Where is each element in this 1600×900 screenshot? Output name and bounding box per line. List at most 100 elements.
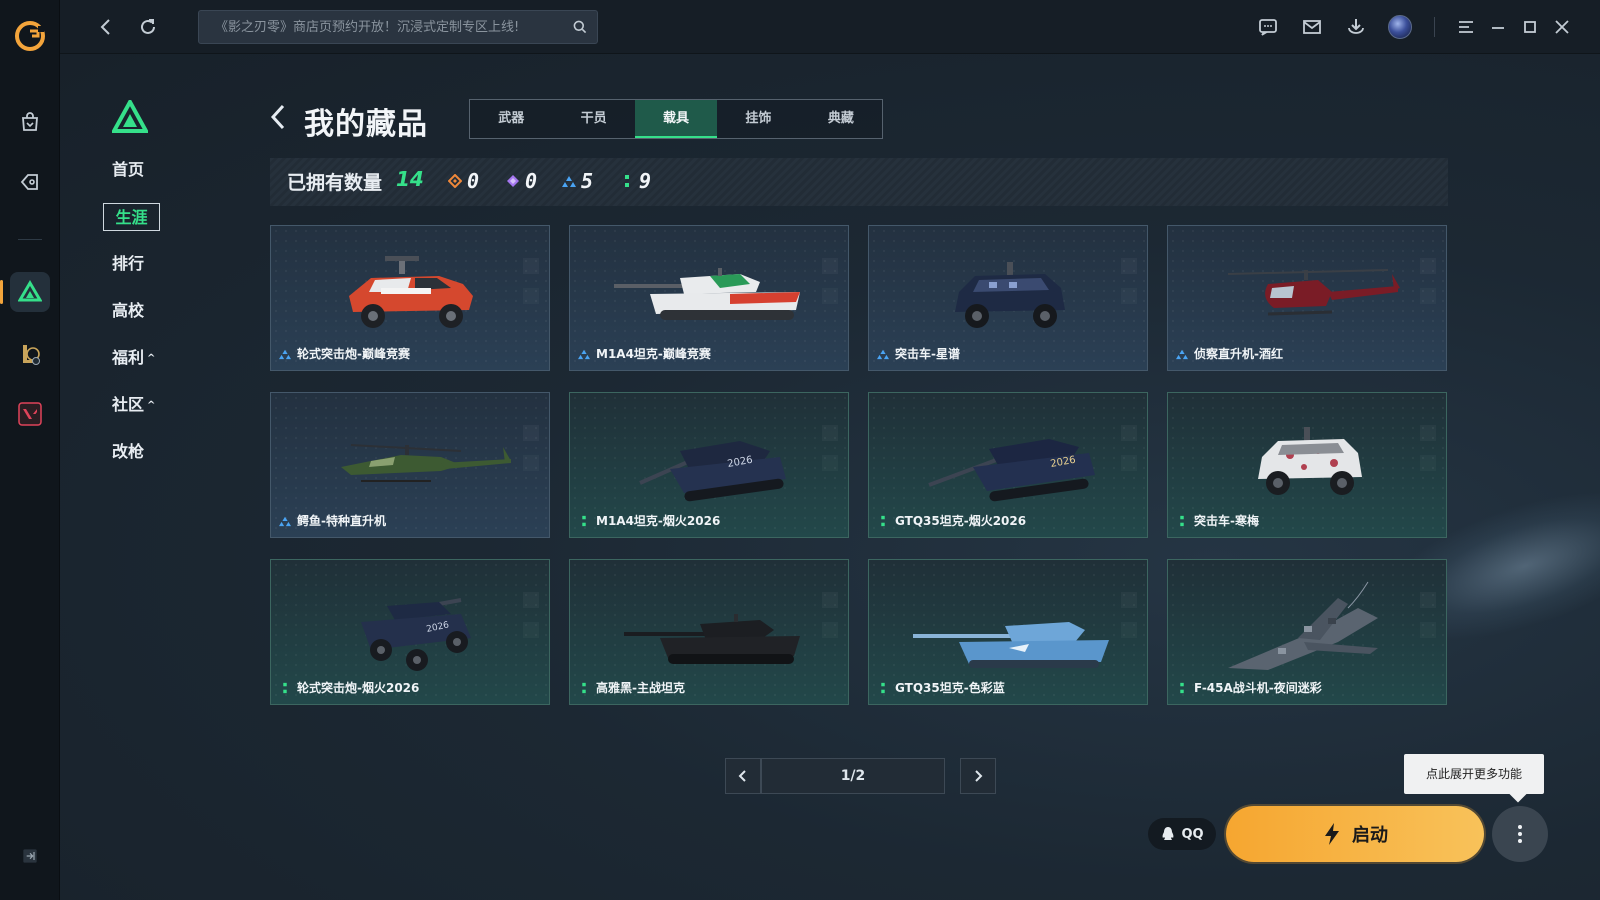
vehicle-name-text: 轮式突击炮-巅峰竞赛 bbox=[297, 347, 410, 361]
vehicle-card[interactable]: 突击车-星谱 bbox=[868, 225, 1148, 371]
delta-force-game-icon[interactable] bbox=[0, 272, 50, 312]
next-page-button[interactable] bbox=[960, 758, 996, 794]
league-game-icon[interactable] bbox=[10, 334, 50, 374]
main-content: 首页 生涯 排行 高校 福利 ^ 社区 ^ 改枪 我的藏品 武器 干员 载具 挂饰 … bbox=[60, 54, 1600, 900]
refresh-icon[interactable] bbox=[134, 13, 162, 41]
chat-icon[interactable] bbox=[1254, 13, 1282, 41]
vehicle-card[interactable]: 轮式突击炮-巅峰竞赛 bbox=[270, 225, 550, 371]
vehicle-card[interactable]: F-45A战斗机-夜间迷彩 bbox=[1167, 559, 1447, 705]
vehicle-name: 突击车-星谱 bbox=[877, 345, 960, 362]
download-icon[interactable] bbox=[1342, 13, 1370, 41]
attack-helicopter-image bbox=[341, 444, 511, 482]
qq-login-button[interactable]: QQ bbox=[1148, 818, 1216, 850]
page-indicator: 1/2 bbox=[761, 758, 945, 794]
top-bar bbox=[60, 0, 1600, 54]
vehicle-card[interactable]: 2026 M1A4坦克-烟火2026 bbox=[569, 392, 849, 538]
vehicle-card[interactable]: 2026 轮式突击炮-烟火2026 bbox=[270, 559, 550, 705]
nav-university[interactable]: 高校 bbox=[112, 297, 144, 325]
back-nav-icon[interactable] bbox=[92, 13, 120, 41]
nav-welfare[interactable]: 福利 ^ bbox=[112, 344, 155, 372]
vehicle-name: 突击车-寒梅 bbox=[1176, 512, 1259, 529]
nav-career[interactable]: 生涯 bbox=[103, 203, 160, 231]
lightning-icon bbox=[1325, 823, 1339, 845]
vehicle-name-text: 侦察直升机-酒红 bbox=[1194, 347, 1283, 361]
tab-collection[interactable]: 典藏 bbox=[800, 100, 882, 138]
green-rarity-icon bbox=[283, 682, 287, 693]
collapse-sidebar-icon[interactable] bbox=[18, 844, 42, 868]
category-tabs: 武器 干员 载具 挂饰 典藏 bbox=[469, 99, 883, 139]
m1a4-fireworks-tank-image: 2026 bbox=[639, 441, 786, 502]
vehicle-name-text: GTQ35坦克-烟火2026 bbox=[895, 514, 1027, 528]
rail-divider bbox=[18, 239, 42, 240]
nav-community[interactable]: 社区 ^ bbox=[112, 391, 155, 419]
vehicle-grid: 轮式突击炮-巅峰竞赛 M1A4坦克-巅峰竞赛 突击车-星谱 侦察直升机-酒红 鳄… bbox=[270, 225, 1450, 705]
rarity-orange: 0 bbox=[448, 169, 479, 193]
vehicle-card[interactable]: GTQ35坦克-色彩蓝 bbox=[868, 559, 1148, 705]
vehicle-card[interactable]: 高雅黑-主战坦克 bbox=[569, 559, 849, 705]
qq-penguin-icon bbox=[1163, 827, 1174, 840]
vehicle-name-text: 轮式突击炮-烟火2026 bbox=[297, 681, 420, 695]
tab-charms[interactable]: 挂饰 bbox=[717, 100, 799, 138]
nav-home[interactable]: 首页 bbox=[112, 156, 144, 184]
minimize-icon[interactable] bbox=[1484, 13, 1512, 41]
rarity-purple-count: 0 bbox=[525, 169, 538, 193]
topbar-divider bbox=[1434, 17, 1435, 37]
vehicle-name: 侦察直升机-酒红 bbox=[1176, 345, 1283, 362]
vehicle-name-text: 高雅黑-主战坦克 bbox=[596, 681, 685, 695]
vehicle-name: M1A4坦克-烟火2026 bbox=[578, 512, 720, 529]
search-input[interactable] bbox=[199, 11, 563, 43]
vehicle-name: F-45A战斗机-夜间迷彩 bbox=[1176, 679, 1322, 696]
nav-ranking[interactable]: 排行 bbox=[112, 250, 144, 278]
store-bag-icon[interactable] bbox=[10, 102, 50, 142]
search-icon[interactable] bbox=[563, 10, 597, 44]
user-avatar[interactable] bbox=[1388, 15, 1412, 39]
valorant-game-icon[interactable] bbox=[10, 394, 50, 434]
more-options-button[interactable] bbox=[1492, 806, 1548, 862]
maximize-icon[interactable] bbox=[1516, 13, 1544, 41]
assault-vehicle-image bbox=[955, 262, 1065, 328]
vehicle-card[interactable]: 突击车-寒梅 bbox=[1167, 392, 1447, 538]
nav-community-label: 社区 bbox=[112, 395, 145, 414]
green-rarity-icon bbox=[881, 682, 885, 693]
gtq35-color-blue-tank-image bbox=[913, 622, 1109, 668]
vehicle-name: M1A4坦克-巅峰竞赛 bbox=[578, 345, 711, 362]
blue-rarity-icon bbox=[279, 516, 291, 526]
menu-icon[interactable] bbox=[1452, 13, 1480, 41]
rarity-orange-count: 0 bbox=[467, 169, 480, 193]
tab-vehicles[interactable]: 载具 bbox=[634, 100, 718, 138]
launch-label: 启动 bbox=[1352, 825, 1388, 846]
owned-count: 14 bbox=[396, 167, 424, 191]
delta-force-logo-icon bbox=[112, 100, 148, 133]
green-dots-icon bbox=[625, 175, 629, 187]
back-arrow-icon[interactable] bbox=[268, 102, 290, 132]
green-rarity-icon bbox=[1180, 682, 1184, 693]
vehicle-name: GTQ35坦克-烟火2026 bbox=[877, 512, 1026, 529]
vehicle-name: GTQ35坦克-色彩蓝 bbox=[877, 679, 1005, 696]
owned-summary-bar: 已拥有数量 14 0 0 5 9 bbox=[270, 158, 1448, 206]
vehicle-card[interactable]: 2026 GTQ35坦克-烟火2026 bbox=[868, 392, 1148, 538]
f45a-fighter-jet-image bbox=[1228, 581, 1378, 670]
launch-button[interactable]: 启动 bbox=[1226, 806, 1484, 862]
chevron-up-icon: ^ bbox=[147, 399, 156, 411]
vehicle-card[interactable]: 侦察直升机-酒红 bbox=[1167, 225, 1447, 371]
tab-weapons[interactable]: 武器 bbox=[470, 100, 552, 138]
blue-rarity-icon bbox=[1176, 349, 1188, 359]
blue-rarity-icon bbox=[877, 349, 889, 359]
qq-label: QQ bbox=[1181, 826, 1204, 842]
app-rail bbox=[0, 0, 60, 900]
prev-page-button[interactable] bbox=[725, 758, 761, 794]
close-icon[interactable] bbox=[1548, 13, 1576, 41]
vehicle-card[interactable]: M1A4坦克-巅峰竞赛 bbox=[569, 225, 849, 371]
vehicle-name: 轮式突击炮-巅峰竞赛 bbox=[279, 345, 410, 362]
more-functions-tooltip: 点此展开更多功能 bbox=[1404, 754, 1544, 794]
game-tag-icon[interactable] bbox=[10, 162, 50, 202]
vehicle-card[interactable]: 鳄鱼-特种直升机 bbox=[270, 392, 550, 538]
blue-triangle-icon bbox=[562, 176, 576, 187]
chevron-right-icon bbox=[975, 770, 983, 782]
vehicle-name: 轮式突击炮-烟火2026 bbox=[279, 679, 419, 696]
nav-gunsmith[interactable]: 改枪 bbox=[112, 438, 144, 466]
green-rarity-icon bbox=[582, 682, 586, 693]
mail-icon[interactable] bbox=[1298, 13, 1326, 41]
tab-operators[interactable]: 干员 bbox=[552, 100, 634, 138]
app-logo-icon[interactable] bbox=[14, 20, 46, 52]
